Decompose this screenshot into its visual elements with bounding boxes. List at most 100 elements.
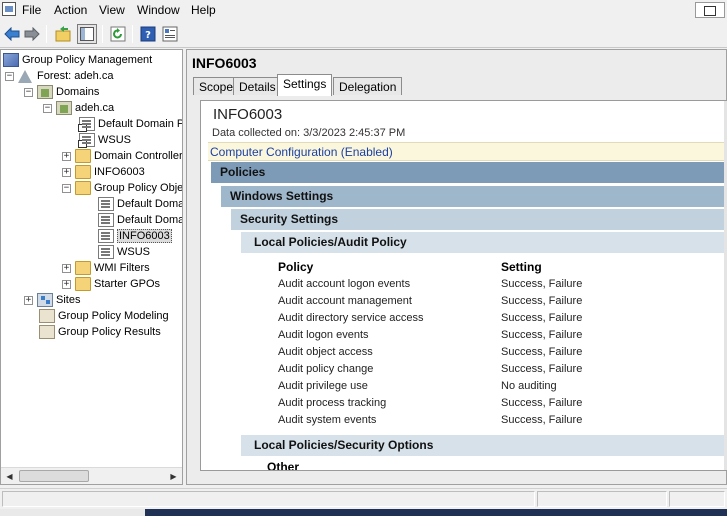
gpo-icon: [98, 229, 114, 243]
policy-setting: Success, Failure: [501, 397, 583, 409]
menu-file[interactable]: File: [22, 3, 41, 17]
forward-arrow-icon[interactable]: [22, 24, 42, 44]
status-segment: [537, 491, 667, 507]
up-folder-icon[interactable]: [53, 24, 73, 44]
tab-details[interactable]: Details: [233, 77, 282, 95]
column-header-policy: Policy: [278, 260, 314, 274]
tree-item-forest[interactable]: − Forest: adeh.ca: [5, 68, 113, 84]
security-options-content: [241, 457, 727, 470]
table-row: Audit policy change Success, Failure: [278, 363, 718, 380]
tree-item-sites[interactable]: + Sites: [24, 292, 80, 308]
windows-settings-header[interactable]: Windows Settings: [221, 186, 727, 207]
tree-item-info6003-ou[interactable]: + INFO6003: [62, 164, 145, 180]
tree-item-gpo-wsus[interactable]: WSUS: [98, 244, 150, 260]
tree-item-domains[interactable]: − Domains: [24, 84, 99, 100]
properties-icon[interactable]: [160, 24, 180, 44]
tab-delegation[interactable]: Delegation: [333, 77, 403, 95]
tree-item-wmi-filters[interactable]: + WMI Filters: [62, 260, 150, 276]
tree-label: WSUS: [98, 134, 131, 146]
tree-label: Default Doma: [117, 214, 183, 226]
help-icon[interactable]: ?: [138, 24, 158, 44]
menu-action[interactable]: Action: [54, 3, 87, 17]
menu-view[interactable]: View: [99, 3, 125, 17]
results-icon: [39, 325, 55, 339]
table-row: Audit directory service access Success, F…: [278, 312, 718, 329]
tree-label: Domain Controller: [94, 150, 183, 162]
tree-item-gpo-default-2[interactable]: Default Doma: [98, 212, 183, 228]
toolbar: ?: [0, 20, 727, 48]
tree-item-domain-controllers[interactable]: + Domain Controller: [62, 148, 183, 164]
status-segment: [2, 491, 535, 507]
status-segment: [669, 491, 725, 507]
expand-icon[interactable]: +: [62, 167, 71, 177]
tree-item-default-domain-link[interactable]: Default Domain Po: [78, 116, 182, 132]
expand-icon[interactable]: +: [62, 263, 71, 273]
sites-icon: [37, 293, 53, 307]
collapse-icon[interactable]: −: [43, 103, 52, 113]
menu-bar: File Action View Window Help: [0, 0, 727, 20]
tab-settings[interactable]: Settings: [277, 74, 333, 96]
refresh-icon[interactable]: [108, 24, 128, 44]
tree-item-gpo-folder[interactable]: − Group Policy Obje: [62, 180, 182, 196]
domain-icon: [56, 101, 72, 115]
settings-report[interactable]: INFO6003 Data collected on: 3/3/2023 2:4…: [200, 100, 727, 471]
tree-label: adeh.ca: [75, 102, 115, 114]
tree-label: Group Policy Management: [22, 54, 153, 66]
policy-name: Audit logon events: [278, 329, 369, 341]
policies-header[interactable]: Policies: [211, 162, 727, 183]
tree-item-results[interactable]: Group Policy Results: [39, 324, 161, 340]
taskbar: [0, 509, 727, 516]
expand-icon[interactable]: +: [62, 151, 71, 161]
collapse-icon[interactable]: −: [24, 87, 33, 97]
collapse-icon[interactable]: −: [5, 71, 14, 81]
scroll-right-icon[interactable]: ▶: [165, 468, 182, 484]
report-date: Data collected on: 3/3/2023 2:45:37 PM: [212, 127, 406, 139]
console-tree[interactable]: Group Policy Management − Forest: adeh.c…: [0, 49, 183, 485]
table-row: Audit privilege use No auditing: [278, 380, 718, 397]
tree-label: Default Doma: [117, 198, 183, 210]
restore-window-button[interactable]: [695, 2, 725, 18]
policy-name: Audit system events: [278, 414, 377, 426]
policy-name: Audit directory service access: [278, 312, 424, 324]
app-icon[interactable]: [2, 2, 16, 16]
gpo-icon: [98, 213, 114, 227]
ou-folder-icon: [75, 149, 91, 163]
menu-window[interactable]: Window: [137, 3, 180, 17]
svg-text:?: ?: [145, 30, 151, 41]
domains-icon: [37, 85, 53, 99]
gpo-folder-icon: [75, 181, 91, 195]
status-bar: [0, 488, 727, 508]
policy-setting: No auditing: [501, 380, 557, 392]
show-hide-tree-icon[interactable]: [77, 24, 97, 44]
details-pane: INFO6003 Scope Details Settings Delegati…: [186, 49, 727, 485]
policy-setting: Success, Failure: [501, 414, 583, 426]
expand-icon[interactable]: +: [24, 295, 33, 305]
tree-item-domain-adeh[interactable]: − adeh.ca: [43, 100, 114, 116]
back-arrow-icon[interactable]: [2, 24, 22, 44]
policy-name: Audit policy change: [278, 363, 374, 375]
tree-item-gpo-info6003[interactable]: INFO6003: [98, 228, 172, 244]
policy-setting: Success, Failure: [501, 295, 583, 307]
tree-horizontal-scrollbar[interactable]: ◀ ▶: [1, 467, 182, 484]
computer-configuration-header[interactable]: Computer Configuration (Enabled): [208, 142, 727, 161]
table-row: Audit system events Success, Failure: [278, 414, 718, 431]
tree-label-selected: INFO6003: [117, 229, 172, 243]
scroll-left-icon[interactable]: ◀: [1, 468, 18, 484]
security-settings-header[interactable]: Security Settings: [231, 209, 727, 230]
tree-item-modeling[interactable]: Group Policy Modeling: [39, 308, 169, 324]
gpo-icon: [98, 197, 114, 211]
tree-item-wsus-link[interactable]: WSUS: [78, 132, 131, 148]
gpo-link-icon: [78, 117, 95, 132]
policy-setting: Success, Failure: [501, 346, 583, 358]
tree-item-gpo-default-1[interactable]: Default Doma: [98, 196, 183, 212]
scroll-thumb[interactable]: [19, 470, 89, 482]
tree-item-gpm[interactable]: Group Policy Management: [3, 52, 152, 68]
table-row: Audit process tracking Success, Failure: [278, 397, 718, 414]
tree-item-starter-gpos[interactable]: + Starter GPOs: [62, 276, 160, 292]
expand-icon[interactable]: +: [62, 279, 71, 289]
other-subheader: Other: [267, 460, 300, 471]
audit-policy-header[interactable]: Local Policies/Audit Policy: [241, 232, 727, 253]
security-options-header[interactable]: Local Policies/Security Options: [241, 435, 727, 456]
menu-help[interactable]: Help: [191, 3, 216, 17]
collapse-icon[interactable]: −: [62, 183, 71, 193]
